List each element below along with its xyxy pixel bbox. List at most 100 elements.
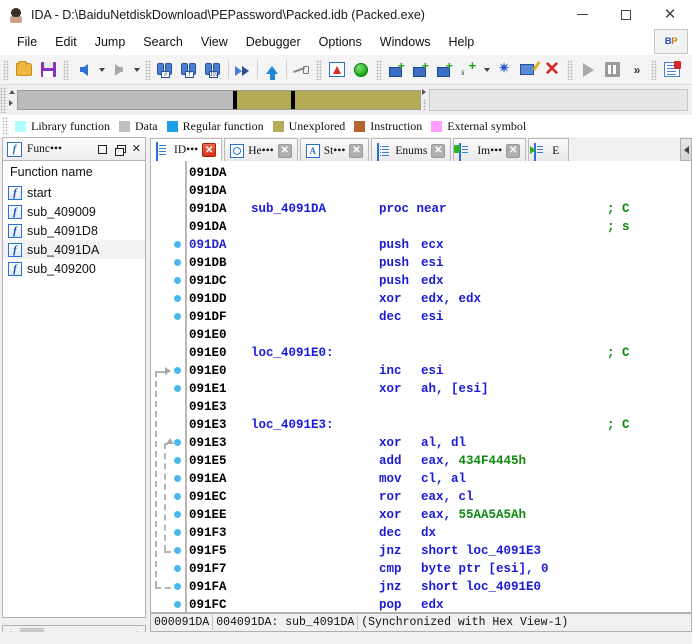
disassembly-line[interactable]: 091FC pop edx [189,596,691,612]
disassembly-line[interactable]: 091E5 add eax, 434F4445h [189,452,691,470]
line-operands[interactable]: al, dl [421,434,466,452]
menu-item-options[interactable]: Options [310,32,371,52]
disassembly-line[interactable]: 091E0 [189,326,691,344]
close-button[interactable]: ✕ [648,0,692,29]
pause-icon[interactable] [601,59,623,81]
run-status-icon[interactable] [350,59,372,81]
tab-exports[interactable]: E [528,138,570,162]
disassembly-line[interactable]: 091FA jnz short loc_4091E0 [189,578,691,596]
toolbar-overflow-icon[interactable]: » [625,59,647,81]
warning-icon[interactable] [326,59,348,81]
functions-panel-close-button[interactable]: ✕ [132,143,141,155]
navband-grip-2[interactable] [421,87,429,113]
functions-panel-maximize-button[interactable] [97,144,107,154]
disassembly-line[interactable]: 091E0 loc_4091E0: ; C [189,344,691,362]
breakpoint-marker-icon[interactable] [174,583,181,590]
toolbar-grip-2[interactable] [63,59,69,80]
breakpoint-marker-icon[interactable] [174,385,181,392]
jump-to-name-icon[interactable]: T [179,59,201,81]
menu-item-jump[interactable]: Jump [86,32,135,52]
toolbar-grip-5[interactable] [376,59,382,80]
disassembly-line[interactable]: 091DC push edx [189,272,691,290]
function-list-item[interactable]: f sub_4091DA [3,240,145,259]
tab-close-icon[interactable]: ✕ [506,143,521,158]
disassembly-line[interactable]: 091EE xor eax, 55AA5A5Ah [189,506,691,524]
toolbar-grip-6[interactable] [567,59,573,80]
toolbar-grip-7[interactable] [651,59,657,80]
disassembly-line[interactable]: 091E0 inc esi [189,362,691,380]
line-operands[interactable]: eax, cl [421,488,474,506]
disassembly-line[interactable]: 091DA push ecx [189,236,691,254]
breakpoint-marker-icon[interactable] [174,259,181,266]
line-symbol-name[interactable]: sub_4091DA [251,200,326,218]
tab-ida-view[interactable]: ID••• ✕ [150,138,223,162]
line-operands[interactable]: cl, al [421,470,466,488]
breakpoint-toolbar-button[interactable]: BP [654,29,688,54]
disassembly-line[interactable]: 091E3 loc_4091E3: ; C [189,416,691,434]
maximize-button[interactable] [604,0,648,29]
tab-close-icon[interactable]: ✕ [202,143,217,157]
navband-grip[interactable] [0,87,7,113]
forward-dropdown-icon[interactable] [131,59,142,81]
nav-segment-unexplored-2[interactable] [295,91,420,109]
breakpoint-marker-icon[interactable] [174,529,181,536]
line-operands[interactable]: esi [421,362,444,380]
menu-item-debugger[interactable]: Debugger [237,32,310,52]
disassembly-line[interactable]: 091F3 dec dx [189,524,691,542]
navband-selector-icon[interactable] [7,87,17,113]
line-operands[interactable]: ecx [421,236,444,254]
toolbar-grip-1[interactable] [3,59,9,80]
line-operands[interactable]: ah, [esi] [421,380,489,398]
disassembly-line[interactable]: 091DF dec esi [189,308,691,326]
functions-panel-restore-button[interactable] [114,144,126,156]
line-operands[interactable]: edx [421,272,444,290]
breakpoint-marker-icon[interactable] [174,367,181,374]
line-operands[interactable]: dx [421,524,436,542]
toolbar-grip-3[interactable] [145,59,151,80]
save-icon[interactable] [37,59,59,81]
open-icon[interactable] [13,59,35,81]
disassembly-line[interactable]: 091E3 xor al, dl [189,434,691,452]
breakpoint-marker-icon[interactable] [174,493,181,500]
make-struct-icon[interactable]: ✷ [493,59,515,81]
back-dropdown-icon[interactable] [96,59,107,81]
make-string-dropdown-icon[interactable] [481,59,492,81]
disassembly-line[interactable]: 091E3 [189,398,691,416]
function-list-item[interactable]: f sub_409200 [3,259,145,278]
minimize-button[interactable] [560,0,604,29]
disassembly-line[interactable]: 091E1 xor ah, [esi] [189,380,691,398]
breakpoint-marker-icon[interactable] [174,601,181,608]
legend-grip[interactable] [2,117,9,135]
line-operands[interactable]: short loc_4091E0 [421,578,541,596]
undefine-icon[interactable] [290,59,312,81]
breakpoint-marker-icon[interactable] [174,457,181,464]
script-icon[interactable] [661,59,683,81]
nav-segment-data[interactable] [18,91,233,109]
line-operands[interactable]: esi [421,308,444,326]
tab-scroll-right-button[interactable] [680,138,692,161]
function-list-item[interactable]: f start [3,183,145,202]
make-data-icon[interactable]: DATA + [410,59,432,82]
disassembly-line[interactable]: 091EA mov cl, al [189,470,691,488]
nav-segment-unexplored-1[interactable] [237,91,291,109]
breakpoint-marker-icon[interactable] [174,295,181,302]
tab-imports[interactable]: Im••• ✕ [453,138,527,162]
toolbar-grip-4[interactable] [316,59,322,80]
tab-close-icon[interactable]: ✕ [277,143,292,158]
tab-close-icon[interactable]: ✕ [349,143,364,158]
rename-icon[interactable] [517,59,541,81]
breakpoint-marker-icon[interactable] [174,475,181,482]
disassembly-line[interactable]: 091F7 cmp byte ptr [esi], 0 [189,560,691,578]
line-operands[interactable]: edx, edx [421,290,481,308]
disassembly-view[interactable]: 091DA 091DA 091DA sub_4091DA proc near; C 091… [150,161,692,613]
breakpoint-marker-icon[interactable] [174,241,181,248]
tab-enums[interactable]: Enums ✕ [371,138,452,162]
tab-close-icon[interactable]: ✕ [431,143,446,158]
breakpoint-marker-icon[interactable] [174,547,181,554]
menu-item-edit[interactable]: Edit [46,32,86,52]
back-icon[interactable] [73,59,95,81]
line-operands[interactable]: eax, 434F4445h [421,452,526,470]
disassembly-line[interactable]: 091EC ror eax, cl [189,488,691,506]
tab-hex-view[interactable]: He••• ✕ [224,138,298,162]
line-operands[interactable]: short loc_4091E3 [421,542,541,560]
